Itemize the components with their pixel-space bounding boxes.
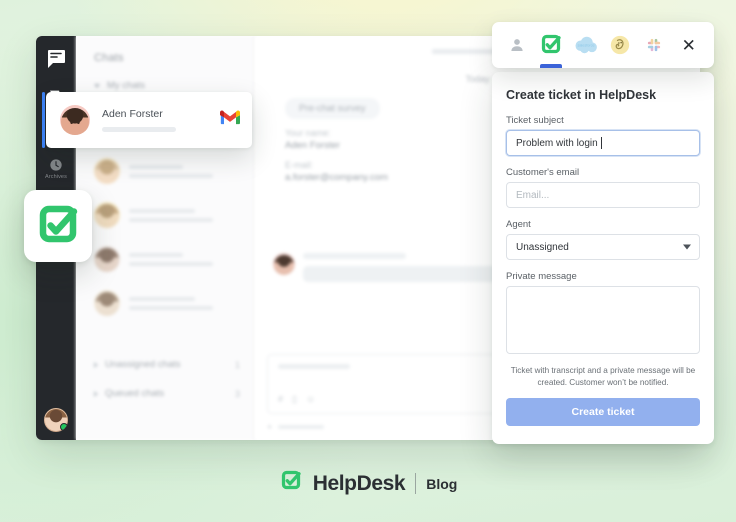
- private-message-label: Private message: [506, 271, 700, 282]
- chat-section-label: Queued chats: [105, 388, 164, 399]
- chat-list-item-name: Aden Forster: [102, 108, 208, 120]
- chat-section-label: Unassigned chats: [105, 359, 181, 370]
- add-icon[interactable]: +: [267, 422, 272, 432]
- customer-email-placeholder: Email...: [516, 190, 549, 201]
- ticket-subject-label: Ticket subject: [506, 115, 700, 126]
- ticket-subject-value: Problem with login: [516, 138, 598, 149]
- agent-select-value: Unassigned: [516, 242, 569, 253]
- list-item-text: [129, 209, 242, 222]
- agent-select-wrap: Unassigned: [506, 234, 700, 260]
- chat-list-item-selected[interactable]: Aden Forster: [46, 92, 252, 148]
- chevron-right-icon: [94, 362, 98, 368]
- ticket-note: Ticket with transcript and a private mes…: [508, 365, 698, 388]
- brand-divider: [415, 473, 416, 494]
- tab-salesforce[interactable]: salesforce: [572, 22, 600, 68]
- helpdesk-app-badge[interactable]: [24, 190, 92, 262]
- status-badge: [60, 423, 68, 431]
- list-item-text: [129, 165, 242, 178]
- agent-select[interactable]: Unassigned: [506, 234, 700, 260]
- sidebar-item-archives[interactable]: Archives: [36, 151, 76, 186]
- chat-section-unassigned[interactable]: Unassigned chats 1: [76, 325, 254, 370]
- pre-chat-survey-title: Pre-chat survey: [285, 98, 380, 119]
- avatar: [273, 253, 295, 275]
- customer-email-label: Customer's email: [506, 167, 700, 178]
- ticket-subject-input[interactable]: Problem with login: [506, 130, 700, 156]
- list-item[interactable]: [76, 193, 254, 237]
- close-icon: ✕: [682, 37, 696, 54]
- tab-customer-details[interactable]: [503, 22, 531, 68]
- chat-section-queued[interactable]: Queued chats 3: [76, 370, 254, 399]
- avatar: [60, 105, 90, 135]
- list-item[interactable]: [76, 149, 254, 193]
- create-ticket-button[interactable]: Create ticket: [506, 398, 700, 426]
- hash-icon[interactable]: #: [278, 394, 283, 405]
- avatar: [94, 290, 120, 316]
- private-message-textarea[interactable]: [506, 286, 700, 354]
- chat-list-item-content: Aden Forster: [102, 108, 208, 132]
- agent-label: Agent: [506, 219, 700, 230]
- page-title: Chats: [76, 36, 254, 64]
- mailchimp-icon: [610, 35, 630, 55]
- close-button[interactable]: ✕: [675, 22, 703, 68]
- avatar[interactable]: [44, 408, 68, 432]
- chevron-down-icon: [683, 245, 691, 250]
- chat-section-label: My chats: [107, 80, 145, 91]
- brand-name: HelpDesk: [313, 472, 406, 496]
- avatar: [94, 246, 120, 272]
- tab-slack[interactable]: [640, 22, 668, 68]
- chat-section-count: 3: [235, 389, 240, 399]
- text-caret: [601, 137, 602, 149]
- emoji-icon[interactable]: ☺: [306, 394, 315, 405]
- salesforce-icon: salesforce: [574, 36, 598, 54]
- footer-brand: HelpDesk Blog: [0, 469, 736, 498]
- create-ticket-panel: Create ticket in HelpDesk Ticket subject…: [492, 72, 714, 444]
- list-item[interactable]: [76, 237, 254, 281]
- composer-placeholder: [278, 364, 350, 369]
- slack-icon: [644, 35, 664, 55]
- screenshot-stage: Chats Traffic Archives: [0, 0, 736, 522]
- avatar: [94, 202, 120, 228]
- livechat-bubble-icon: [43, 46, 69, 72]
- chevron-right-icon: [94, 391, 98, 397]
- svg-text:salesforce: salesforce: [577, 44, 594, 48]
- sidebar-item-archives-label: Archives: [45, 175, 67, 181]
- composer-footer: +: [267, 422, 324, 432]
- composer-toolbar[interactable]: # ▯ ☺: [278, 394, 315, 405]
- chat-section-my-chats[interactable]: My chats: [76, 64, 254, 91]
- panel-title: Create ticket in HelpDesk: [506, 88, 700, 102]
- gmail-icon: [220, 110, 240, 130]
- archives-clock-icon: [48, 157, 64, 173]
- attachment-icon[interactable]: ▯: [292, 394, 297, 405]
- avatar: [94, 158, 120, 184]
- helpdesk-icon: [539, 33, 563, 57]
- person-icon: [508, 36, 526, 54]
- helpdesk-check-icon: [34, 202, 82, 250]
- list-item-text: [129, 253, 242, 266]
- list-item[interactable]: [76, 281, 254, 325]
- list-item-text: [129, 297, 242, 310]
- blog-link[interactable]: Blog: [426, 476, 457, 492]
- chat-section-count: 1: [235, 360, 240, 370]
- chevron-down-icon: [94, 84, 100, 88]
- customer-email-input[interactable]: Email...: [506, 182, 700, 208]
- integrations-toolbar: salesforce: [492, 22, 714, 68]
- tab-mailchimp[interactable]: [606, 22, 634, 68]
- tab-helpdesk[interactable]: [537, 22, 565, 68]
- helpdesk-check-icon: [279, 469, 303, 498]
